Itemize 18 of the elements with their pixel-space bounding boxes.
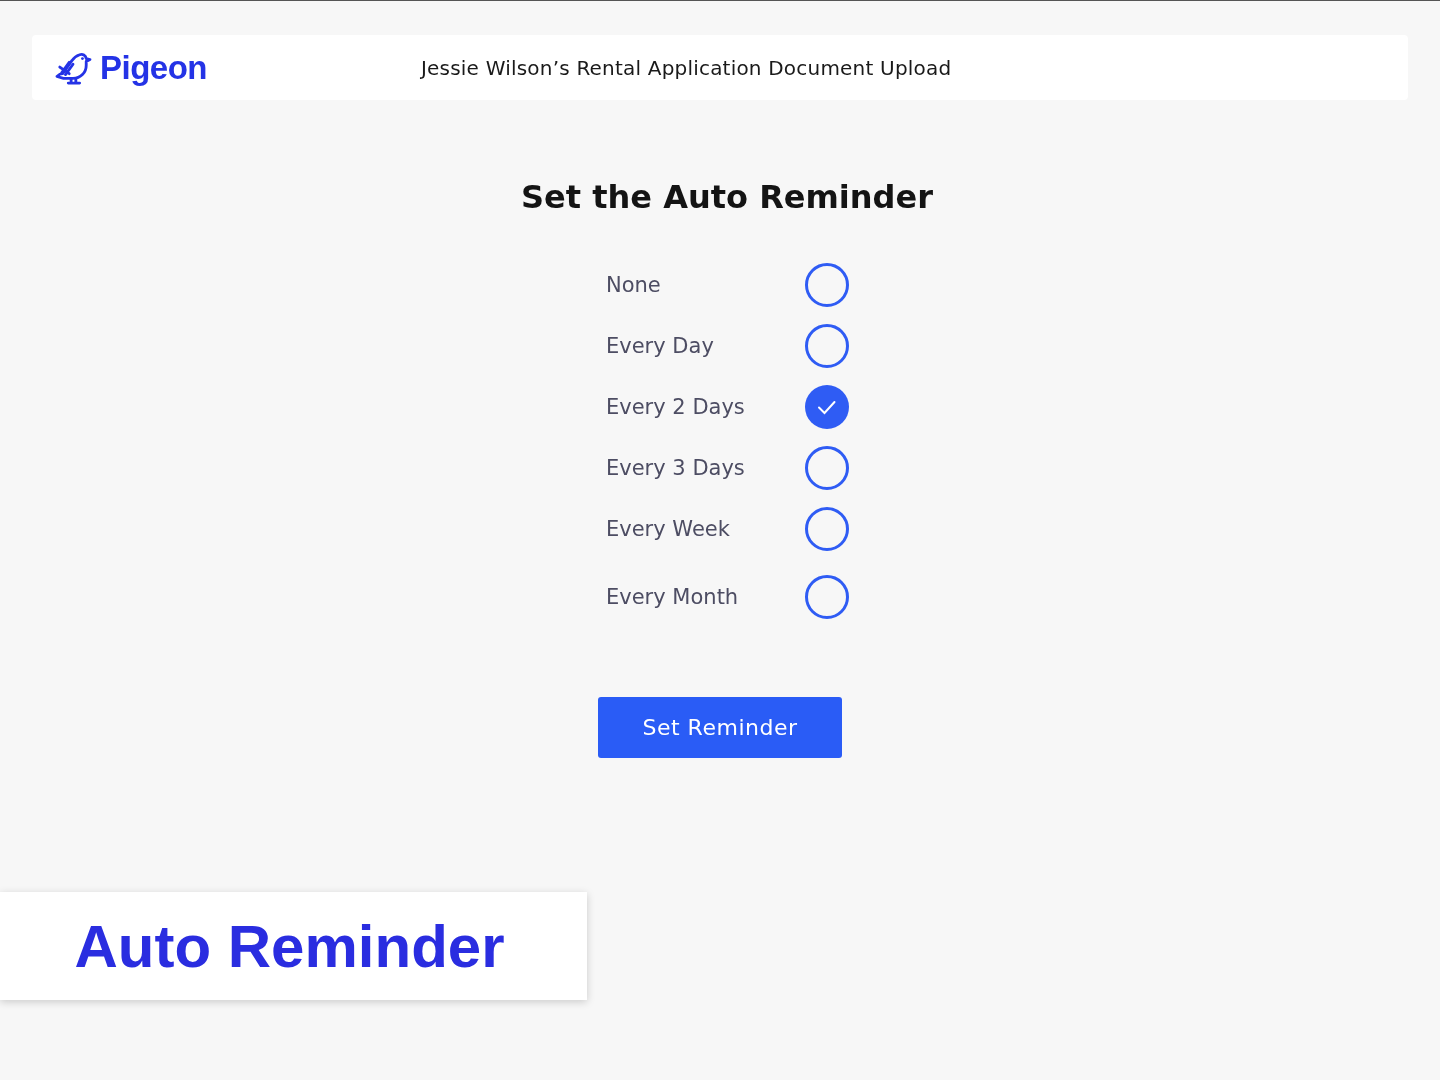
option-label: Every Month	[606, 585, 739, 609]
option-label: Every Day	[606, 334, 714, 358]
caption: Auto Reminder	[74, 911, 506, 981]
radio-button[interactable]	[804, 506, 850, 552]
option-label: Every 2 Days	[606, 395, 745, 419]
option-label: Every Week	[606, 517, 730, 541]
page-title: Jessie Wilson’s Rental Application Document Upload	[421, 55, 952, 80]
radio-button[interactable]	[804, 262, 850, 308]
bird-icon	[54, 50, 92, 85]
brand-name: Pigeon	[100, 48, 207, 87]
option-label: None	[606, 273, 661, 297]
radio-button[interactable]	[804, 384, 850, 430]
option-label: Every 3 Days	[606, 456, 745, 480]
set-reminder-button[interactable]: Set Reminder	[598, 697, 842, 758]
heading: Set the Auto Reminder	[520, 178, 933, 216]
radio-button[interactable]	[804, 574, 850, 620]
radio-button[interactable]	[804, 323, 850, 369]
radio-button[interactable]	[804, 445, 850, 491]
